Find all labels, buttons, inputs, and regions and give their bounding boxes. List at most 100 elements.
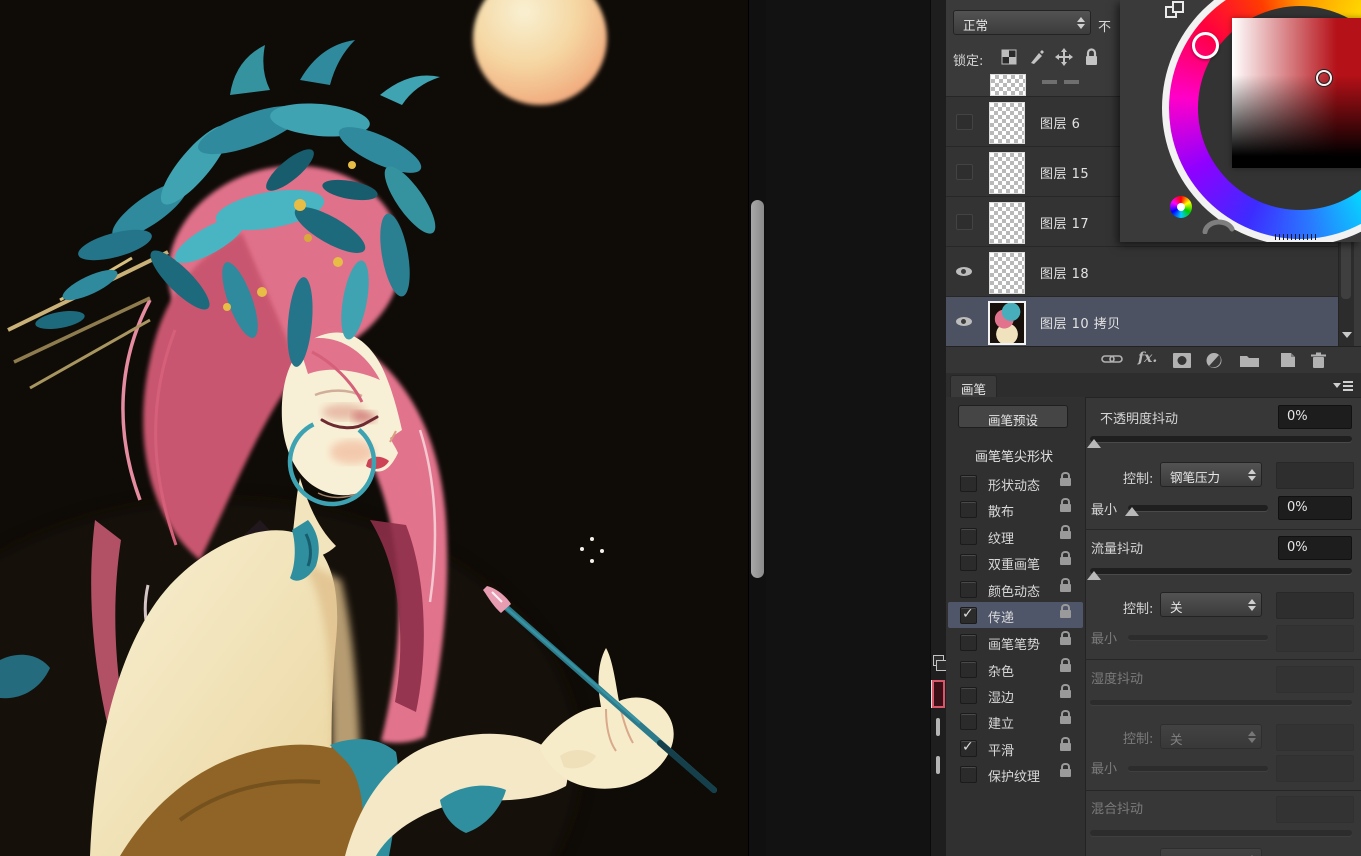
rotate-arc-icon[interactable] [1202,218,1236,234]
checkbox[interactable] [960,581,977,598]
lock-icon[interactable] [1060,531,1071,539]
checkbox[interactable] [960,740,977,757]
delete-layer-trash-icon[interactable] [1309,352,1327,369]
dynamics-item[interactable]: 双重画笔 [948,549,1083,575]
lock-icon[interactable] [1060,743,1071,751]
visibility-toggle[interactable] [956,314,971,328]
lock-position-move-icon[interactable] [1054,47,1074,67]
layer-mask-icon[interactable] [1172,352,1192,369]
slider-handle[interactable] [1125,507,1139,516]
link-layers-icon[interactable] [1101,352,1123,366]
lock-icon[interactable] [1060,716,1071,724]
visibility-toggle[interactable] [956,264,971,278]
dynamics-item[interactable]: 湿边 [948,682,1083,708]
layer-row[interactable]: 图层 18 [946,247,1354,297]
lock-icon[interactable] [1060,478,1071,486]
dynamics-item[interactable]: 颜色动态 [948,576,1083,602]
foreground-color-swatch[interactable] [932,680,945,708]
panel-menu-icon[interactable] [1333,380,1353,392]
dynamics-item[interactable]: 形状动态 [948,470,1083,496]
dynamics-item[interactable]: 纹理 [948,523,1083,549]
blend-mode-dropdown[interactable]: 正常 [953,10,1091,35]
control-dropdown[interactable]: 关 [1160,592,1262,617]
visibility-toggle[interactable] [956,214,973,230]
saturation-selector[interactable] [1316,70,1332,86]
visibility-toggle[interactable] [956,164,973,180]
dynamics-item[interactable]: 平滑 [948,735,1083,761]
opacity-jitter-label: 不透明度抖动 [1100,408,1178,427]
saturation-brightness-square[interactable] [1232,18,1361,168]
checkbox[interactable] [960,766,977,783]
layer-thumbnail[interactable] [989,252,1025,294]
checkbox[interactable] [960,634,977,651]
control-label: 控制: [1123,468,1153,487]
new-group-folder-icon[interactable] [1239,352,1260,368]
canvas-vertical-scrollbar[interactable] [748,0,767,856]
control-dropdown[interactable]: 钢笔压力 [1160,462,1262,487]
color-wheel-picker [1120,0,1361,242]
layer-thumbnail[interactable] [989,102,1025,144]
color-wheel-mode-icon[interactable] [1170,196,1192,218]
lock-icon[interactable] [1060,690,1071,698]
brush-dynamics-list: 画笔预设 画笔笔尖形状 形状动态 散布 纹理 双重画笔 [946,397,1086,856]
adjustment-layer-icon[interactable] [1205,352,1223,369]
minimum-aux-box [1276,755,1354,782]
lock-icon[interactable] [1060,664,1071,672]
opacity-jitter-slider[interactable] [1090,436,1352,442]
brush-tip-shape-item[interactable]: 画笔笔尖形状 [950,441,1078,466]
brush-presets-button[interactable]: 画笔预设 [958,405,1068,428]
lock-all-icon[interactable] [1082,47,1100,67]
clipped-layer-thumbnail[interactable] [990,74,1026,96]
lock-icon[interactable] [1060,584,1071,592]
minimum-value[interactable]: 0% [1278,496,1352,520]
layer-thumbnail[interactable] [989,152,1025,194]
checkbox[interactable] [960,501,977,518]
checkbox[interactable] [960,661,977,678]
checkbox[interactable] [960,528,977,545]
hue-selector[interactable] [1192,32,1219,59]
canvas-viewport[interactable] [0,0,748,856]
dynamics-item[interactable]: 保护纹理 [948,761,1083,787]
canvas-scrollbar-thumb[interactable] [751,200,764,578]
minimum-slider[interactable] [1128,505,1268,511]
new-layer-icon[interactable] [1279,352,1297,368]
mix-jitter-label: 混合抖动 [1091,798,1143,817]
checkbox[interactable] [960,475,977,492]
brush-settings: 不透明度抖动 0% 控制: 钢笔压力 最小 0% 流量抖动 0% [1085,397,1361,856]
control-aux-box [1276,462,1354,489]
flow-jitter-value[interactable]: 0% [1278,536,1352,560]
layer-thumbnail[interactable] [989,202,1025,244]
lock-transparency-icon[interactable] [1000,48,1018,66]
scroll-down-arrow-icon[interactable] [1342,332,1352,338]
slider-handle[interactable] [1087,439,1101,448]
flow-jitter-slider[interactable] [1090,568,1352,574]
lock-icon[interactable] [1060,557,1071,565]
checkbox[interactable] [960,554,977,571]
lock-pixels-brush-icon[interactable] [1028,48,1046,66]
lock-icon[interactable] [1060,610,1071,618]
lock-icon[interactable] [1060,769,1071,777]
swap-swatches-icon[interactable] [1164,1,1186,19]
slider-handle[interactable] [1087,571,1101,580]
dynamics-item[interactable]: 杂色 [948,656,1083,682]
control-aux-box [1276,592,1354,619]
lock-icon[interactable] [1060,637,1071,645]
lock-icon[interactable] [1060,504,1071,512]
layer-style-fx-icon[interactable]: fx. [1138,350,1157,366]
dock-grip[interactable] [936,718,940,736]
control-dropdown-disabled: 关 [1160,724,1262,749]
layer-row-selected[interactable]: 图层 10 拷贝 [946,297,1354,347]
checkbox[interactable] [960,607,977,624]
dynamics-item[interactable]: 建立 [948,708,1083,734]
layers-footer-bar: fx. [946,346,1361,374]
visibility-toggle[interactable] [956,114,973,130]
dynamics-item-transfer[interactable]: 传递 [948,602,1083,628]
mix-aux-box [1276,796,1354,823]
layer-thumbnail-artwork[interactable] [988,301,1026,345]
dynamics-item[interactable]: 画笔笔势 [948,629,1083,655]
opacity-jitter-value[interactable]: 0% [1278,405,1352,429]
dynamics-item[interactable]: 散布 [948,496,1083,522]
checkbox[interactable] [960,713,977,730]
checkbox[interactable] [960,687,977,704]
dock-grip[interactable] [936,756,940,774]
